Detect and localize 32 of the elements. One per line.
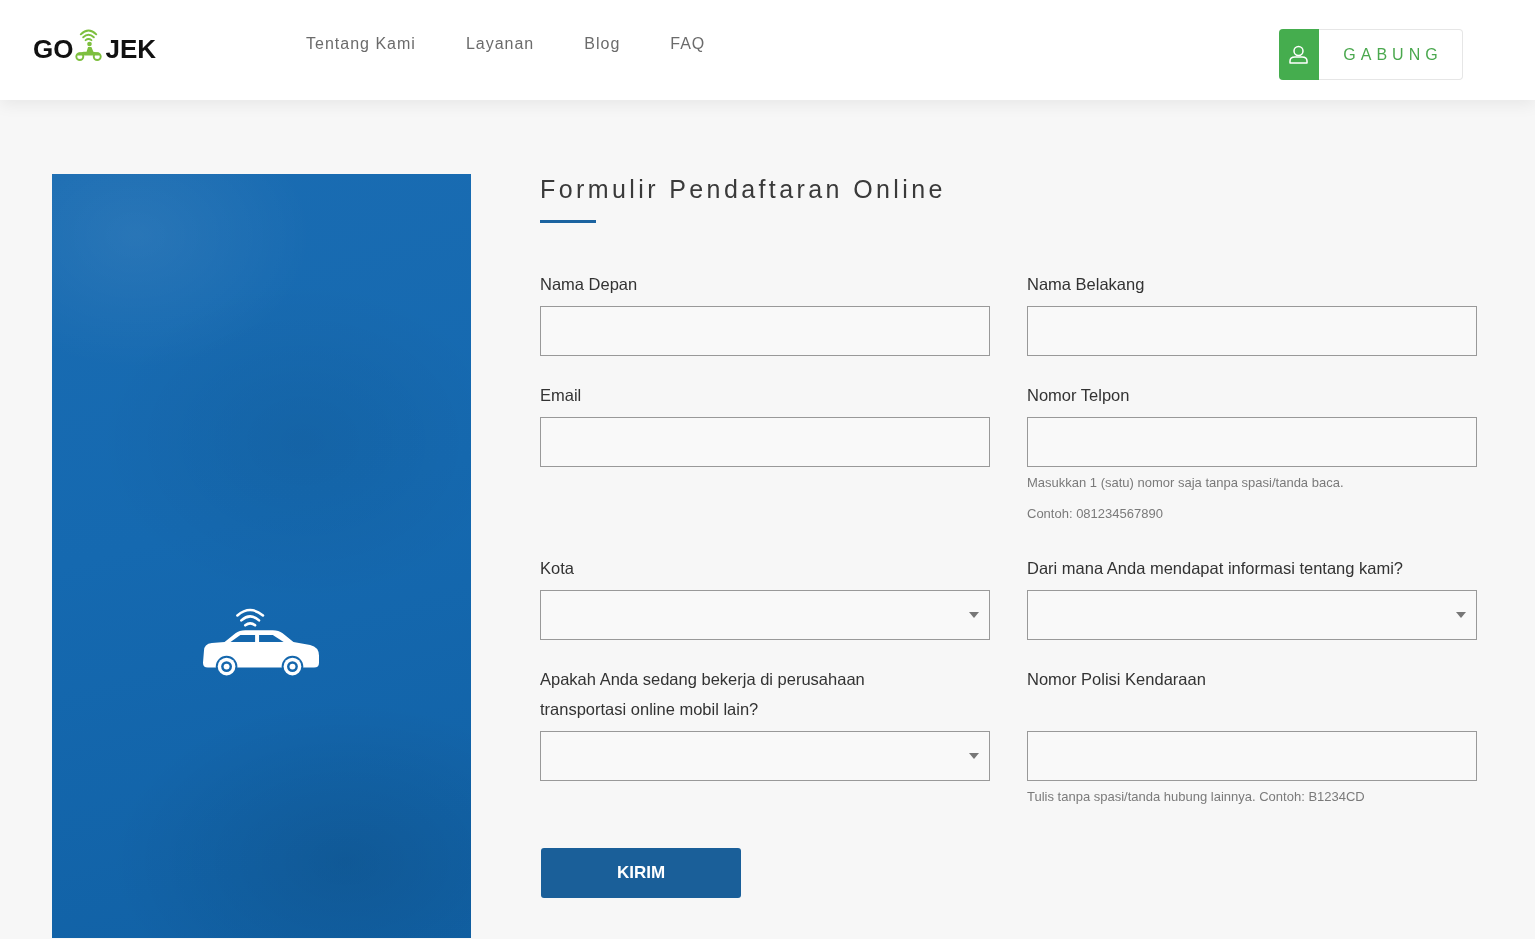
field-label: Nama Belakang [1027, 274, 1145, 295]
field-label: Nama Depan [540, 274, 638, 295]
join-button[interactable]: GABUNG [1279, 29, 1463, 80]
text-input-field[interactable] [540, 417, 990, 467]
person-icon [1279, 29, 1319, 80]
field-label: Nomor Polisi Kendaraan [1027, 669, 1206, 690]
field-label: Apakah Anda sedang bekerja di perusahaan transportasi online mobil lain? [540, 669, 866, 720]
nav-link[interactable]: FAQ [670, 33, 706, 55]
hint-text: Contoh: 081234567890 [1027, 505, 1164, 523]
hint-text: Tulis tanpa spasi/tanda hubung lainnya. Contoh: B1234CD [1027, 788, 1366, 806]
caret-icon [1456, 612, 1466, 618]
caret-icon [969, 753, 979, 759]
text-input-field[interactable] [1027, 306, 1477, 356]
hint-text: Masukkan 1 (satu) nomor saja tanpa spasi/tanda baca. [1027, 474, 1345, 492]
form-title: Formulir Pendaftaran Online [540, 174, 947, 204]
dropdown-field[interactable] [540, 590, 990, 640]
nav-link[interactable]: Tentang Kami [306, 33, 416, 55]
logo-link[interactable]: GO JEK [33, 26, 157, 62]
nav-link[interactable]: Blog [584, 33, 621, 55]
field-label: Nomor Telpon [1027, 385, 1130, 406]
field-label: Email [540, 385, 582, 406]
field-label: Dari mana Anda mendapat informasi tentang kami? [1027, 558, 1404, 579]
nav-link[interactable]: Layanan [465, 33, 535, 55]
dropdown-field[interactable] [1027, 590, 1477, 640]
text-input-field[interactable] [540, 306, 990, 356]
caret-icon [969, 612, 979, 618]
submit-button[interactable]: KIRIM [541, 848, 741, 898]
dropdown-field[interactable] [540, 731, 990, 781]
field-label: Kota [540, 558, 574, 579]
text-input-field[interactable] [1027, 417, 1477, 467]
text-input-field[interactable] [1027, 731, 1477, 781]
motorbike-icon [74, 26, 105, 62]
